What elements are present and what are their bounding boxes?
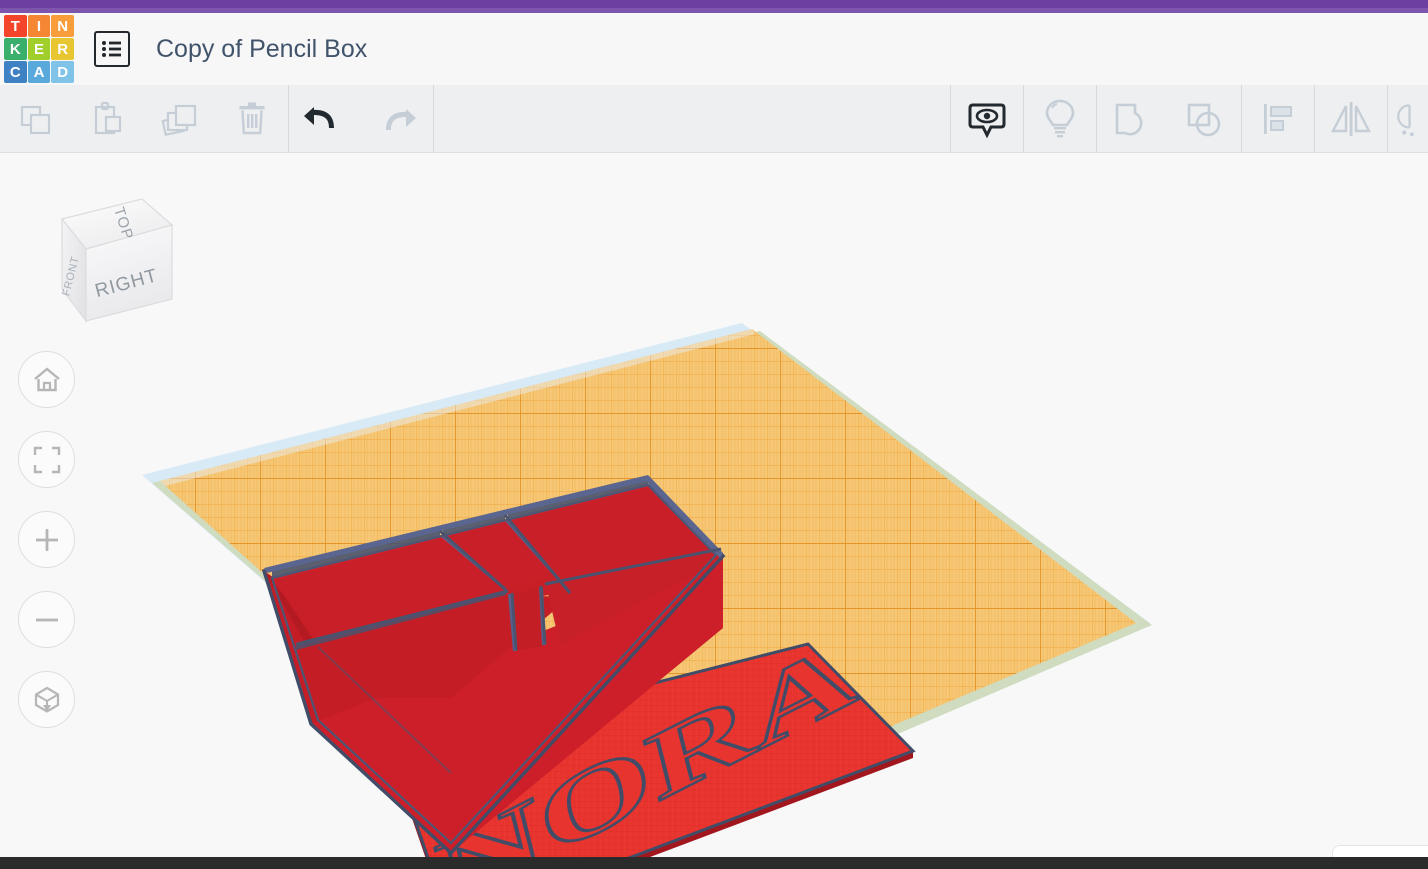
logo-tile-c: C (4, 61, 27, 83)
group-button[interactable] (1097, 85, 1169, 152)
logo-tile-d: D (51, 61, 74, 83)
logo-tile-k: K (4, 38, 27, 60)
logo-tile-a: A (28, 61, 51, 83)
toolbar-visibility-group (951, 85, 1023, 152)
fit-view-button[interactable] (18, 431, 75, 488)
logo-tile-e: E (28, 38, 51, 60)
ruler-button[interactable] (1388, 85, 1428, 152)
zoom-in-button[interactable] (18, 511, 75, 568)
delete-button[interactable] (216, 85, 288, 152)
home-view-button[interactable] (18, 351, 75, 408)
toolbar-mirror-group (1315, 85, 1387, 152)
show-hide-button[interactable] (951, 85, 1023, 152)
3d-viewport[interactable]: NORA (0, 153, 1428, 857)
mirror-button[interactable] (1315, 85, 1387, 152)
view-cube[interactable]: TOP FRONT RIGHT (24, 177, 184, 327)
logo-tile-i: I (28, 15, 51, 37)
ungroup-button[interactable] (1169, 85, 1241, 152)
redo-button[interactable] (361, 85, 433, 152)
toolbar-clipboard-group (0, 85, 288, 152)
tinkercad-logo[interactable]: T I N K E R C A D (4, 15, 74, 83)
paste-button[interactable] (72, 85, 144, 152)
app-header: T I N K E R C A D Copy of Pencil Box (0, 13, 1428, 85)
toolbar-history-group (289, 85, 433, 152)
logo-tile-n: N (51, 15, 74, 37)
light-button[interactable] (1024, 85, 1096, 152)
view-nav-buttons (18, 351, 75, 728)
duplicate-button[interactable] (144, 85, 216, 152)
page-title[interactable]: Copy of Pencil Box (156, 35, 367, 64)
main-toolbar (0, 85, 1428, 153)
logo-tile-t: T (4, 15, 27, 37)
tinkercad-editor-window: T I N K E R C A D Copy of Pencil Box (0, 0, 1428, 869)
top-accent-bar (0, 0, 1428, 8)
toolbar-ruler-group (1388, 85, 1428, 152)
undo-button[interactable] (289, 85, 361, 152)
align-button[interactable] (1242, 85, 1314, 152)
copy-button[interactable] (0, 85, 72, 152)
logo-tile-r: R (51, 38, 74, 60)
zoom-out-button[interactable] (18, 591, 75, 648)
view-mode-button[interactable] (18, 671, 75, 728)
toolbar-align-group (1242, 85, 1314, 152)
scene-render[interactable]: NORA (0, 153, 1428, 857)
toolbar-group-group (1097, 85, 1241, 152)
bottom-status-bar (0, 857, 1428, 869)
toolbar-light-group (1024, 85, 1096, 152)
toolbar-spacer (434, 85, 950, 152)
list-icon[interactable] (94, 31, 130, 67)
